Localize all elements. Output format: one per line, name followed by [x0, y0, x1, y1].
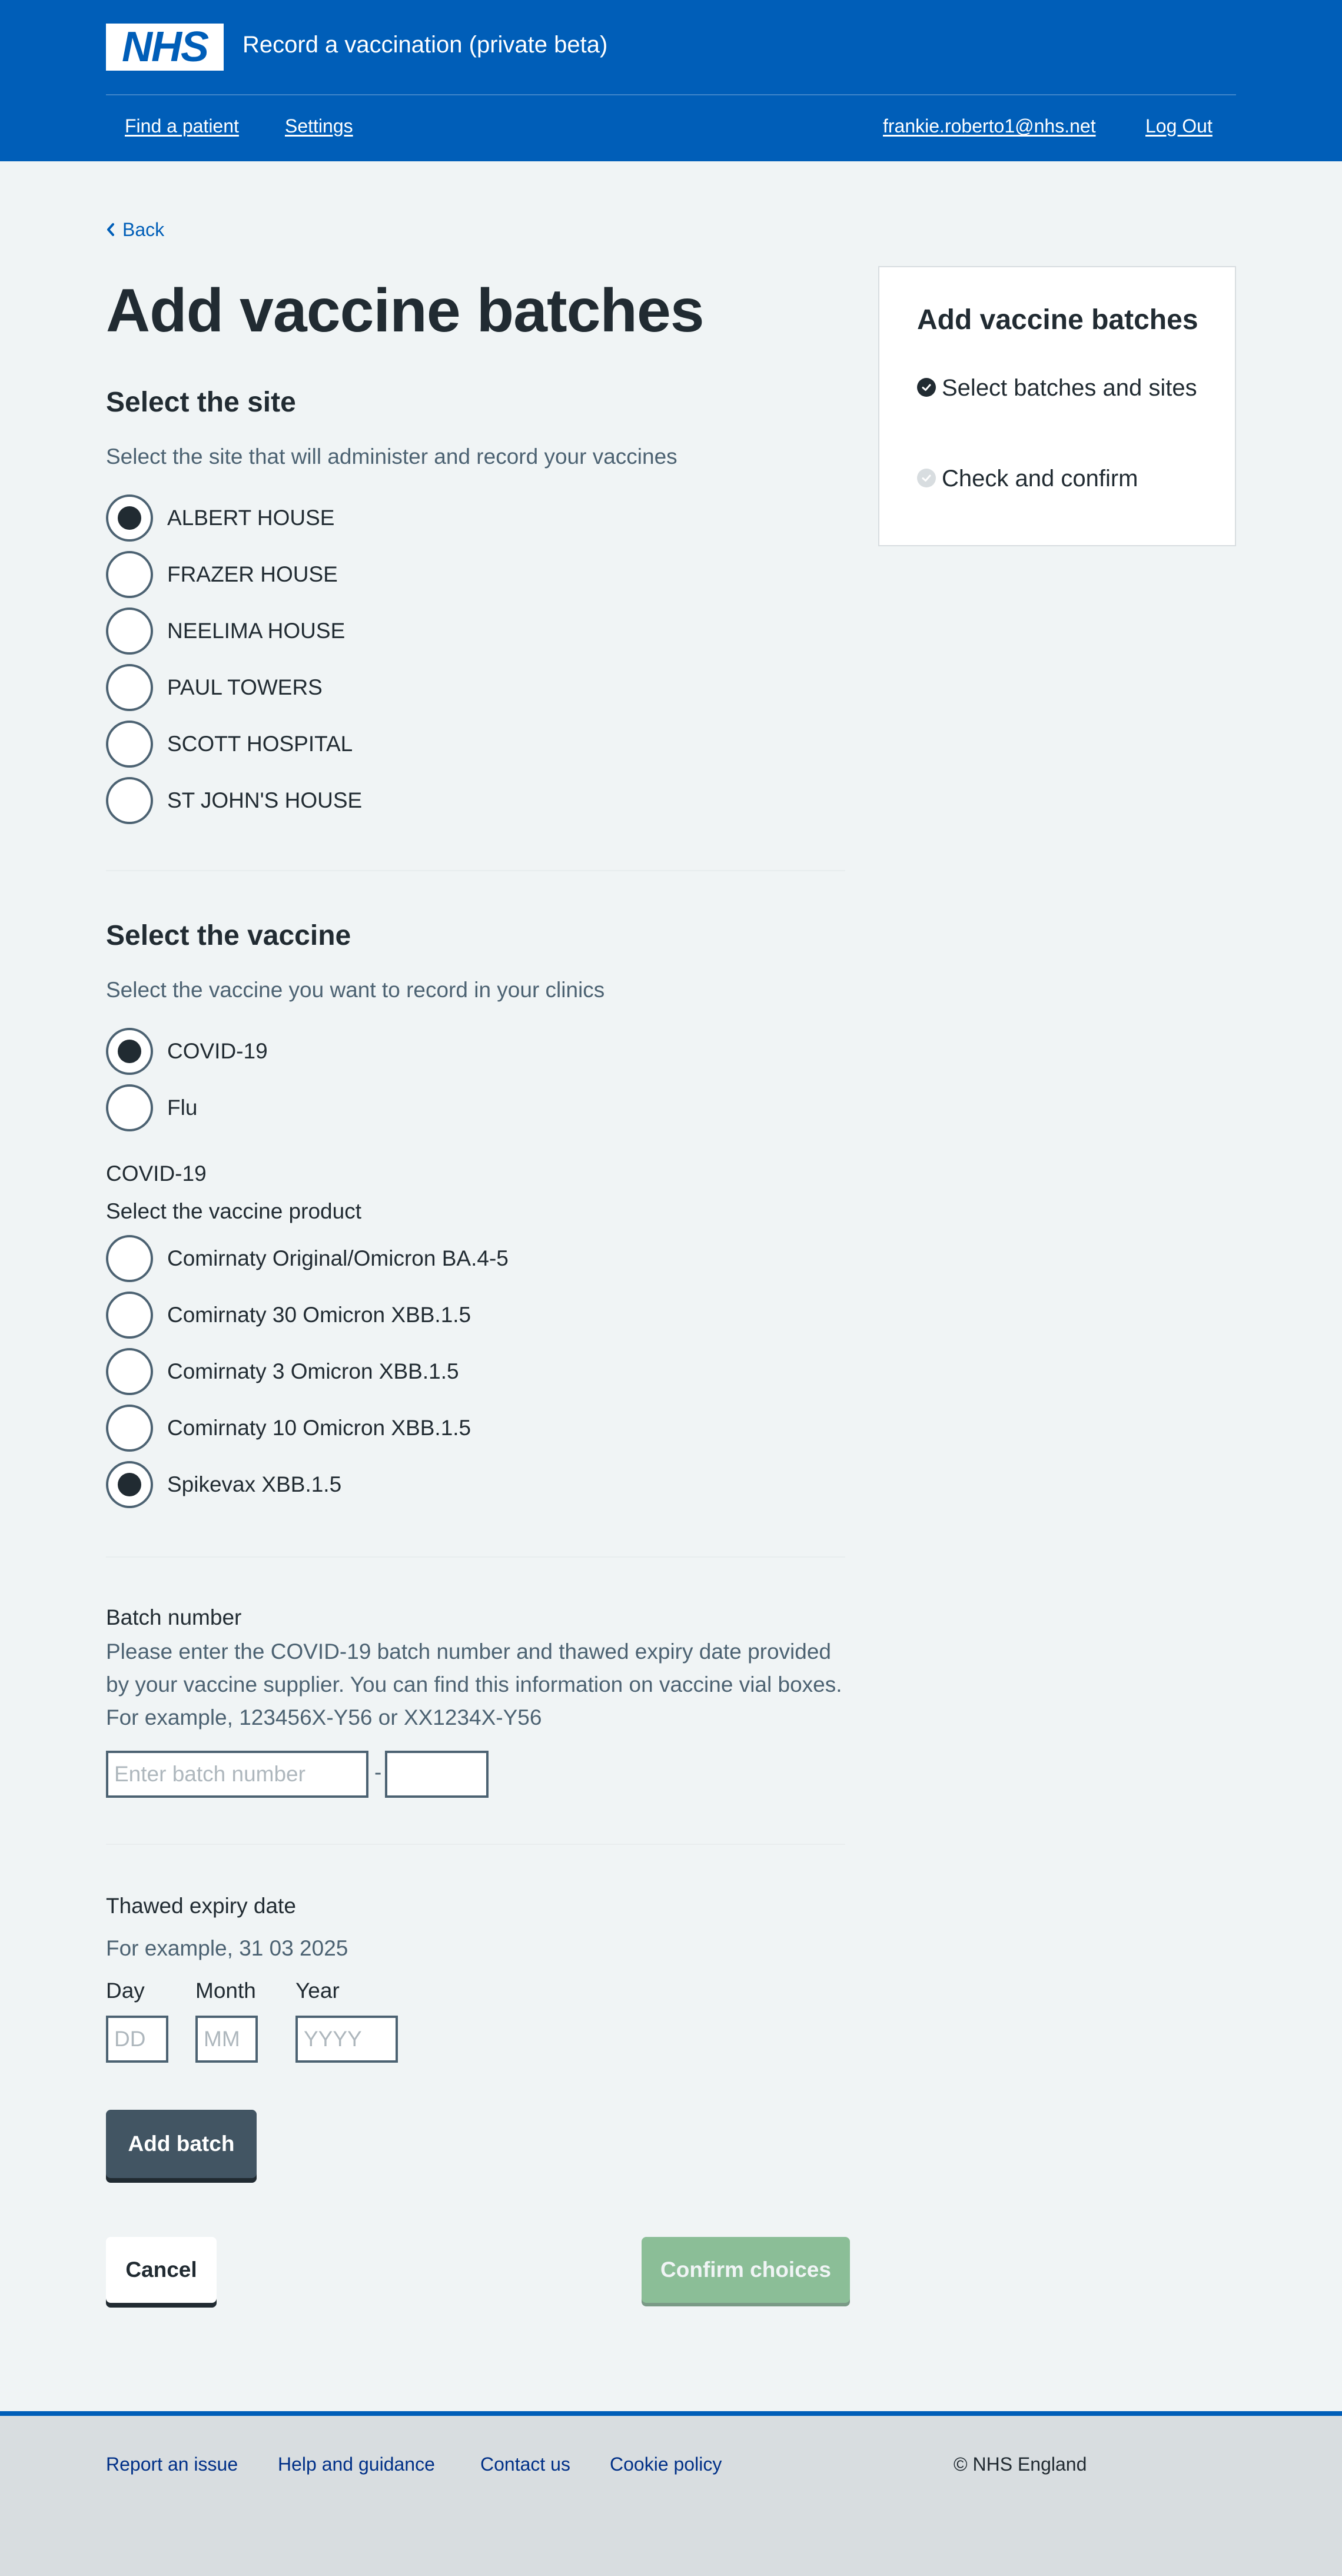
batch-suffix-input[interactable] — [385, 1751, 489, 1798]
vaccine-hint: Select the vaccine you want to record in… — [106, 978, 605, 1002]
radio-label: Comirnaty 30 Omicron XBB.1.5 — [167, 1303, 471, 1327]
service-name[interactable]: Record a vaccination (private beta) — [243, 31, 607, 59]
nav-find-patient[interactable]: Find a patient — [125, 114, 239, 138]
check-circle-icon — [917, 469, 936, 488]
product-label: Select the vaccine product — [106, 1199, 361, 1223]
radio-control[interactable] — [106, 721, 153, 768]
footer-link-contact[interactable]: Contact us — [480, 2452, 570, 2476]
site-radio-frazer-house[interactable]: FRAZER HOUSE — [106, 551, 338, 598]
progress-panel: Add vaccine batches Select batches and s… — [878, 266, 1236, 546]
page-title: Add vaccine batches — [106, 277, 705, 345]
batch-separator: - — [374, 1760, 382, 1784]
expiry-date-label: Thawed expiry date — [106, 1894, 296, 1918]
step-label: Check and confirm — [942, 466, 1138, 492]
product-radio-comirnaty-original-omicron[interactable]: Comirnaty Original/Omicron BA.4-5 — [106, 1235, 509, 1282]
footer-link-report-issue[interactable]: Report an issue — [106, 2452, 238, 2476]
nav-settings[interactable]: Settings — [285, 114, 353, 138]
month-label: Month — [195, 1979, 256, 2003]
radio-control[interactable] — [106, 777, 153, 824]
product-group-label: COVID-19 — [106, 1161, 207, 1186]
back-label: Back — [122, 219, 165, 240]
product-radio-comirnaty-10[interactable]: Comirnaty 10 Omicron XBB.1.5 — [106, 1405, 471, 1452]
step-label: Select batches and sites — [942, 375, 1197, 401]
day-label: Day — [106, 1979, 145, 2003]
radio-control[interactable] — [106, 551, 153, 598]
radio-label: FRAZER HOUSE — [167, 562, 338, 586]
site-radio-neelima-house[interactable]: NEELIMA HOUSE — [106, 608, 345, 655]
radio-selected-dot — [118, 1473, 141, 1496]
radio-label: Spikevax XBB.1.5 — [167, 1472, 342, 1496]
expiry-date-hint: For example, 31 03 2025 — [106, 1936, 348, 1960]
chevron-left-icon — [107, 223, 114, 236]
radio-label: Comirnaty 10 Omicron XBB.1.5 — [167, 1416, 471, 1440]
radio-selected-dot — [118, 506, 141, 530]
radio-control[interactable] — [106, 1235, 153, 1282]
batch-number-input[interactable]: Enter batch number — [106, 1751, 368, 1798]
product-radio-comirnaty-3[interactable]: Comirnaty 3 Omicron XBB.1.5 — [106, 1348, 459, 1395]
batch-number-label: Batch number — [106, 1605, 242, 1629]
radio-label: COVID-19 — [167, 1039, 268, 1063]
logo-text: NHS — [121, 24, 209, 71]
product-radio-comirnaty-30[interactable]: Comirnaty 30 Omicron XBB.1.5 — [106, 1292, 471, 1339]
section-divider — [106, 870, 845, 871]
radio-control[interactable] — [106, 664, 153, 711]
radio-control[interactable] — [106, 494, 153, 542]
radio-label: ST JOHN'S HOUSE — [167, 788, 363, 812]
site-heading: Select the site — [106, 387, 296, 418]
cancel-button[interactable]: Cancel — [106, 2237, 217, 2303]
year-input[interactable]: YYYY — [295, 2016, 398, 2063]
radio-label: Comirnaty Original/Omicron BA.4-5 — [167, 1246, 509, 1270]
radio-control[interactable] — [106, 1348, 153, 1395]
section-divider — [106, 1556, 845, 1558]
back-link[interactable]: Back — [106, 218, 164, 241]
radio-label: NEELIMA HOUSE — [167, 619, 346, 643]
step-select-batches: Select batches and sites — [917, 371, 1211, 405]
add-batch-button[interactable]: Add batch — [106, 2110, 257, 2178]
user-email-link[interactable]: frankie.roberto1@nhs.net — [883, 114, 1096, 138]
header-divider — [106, 94, 1236, 95]
vaccine-heading: Select the vaccine — [106, 920, 351, 951]
batch-number-hint: Please enter the COVID-19 batch number a… — [106, 1639, 842, 1729]
year-label: Year — [295, 1979, 340, 2003]
check-circle-icon — [917, 378, 936, 397]
radio-control[interactable] — [106, 1084, 153, 1131]
site-hint: Select the site that will administer and… — [106, 444, 677, 469]
vaccine-radio-flu[interactable]: Flu — [106, 1084, 197, 1131]
panel-title: Add vaccine batches — [917, 304, 1198, 336]
footer-link-help[interactable]: Help and guidance — [278, 2452, 435, 2476]
radio-selected-dot — [118, 1040, 141, 1063]
confirm-choices-button[interactable]: Confirm choices — [642, 2237, 850, 2303]
radio-control[interactable] — [106, 608, 153, 655]
radio-control[interactable] — [106, 1028, 153, 1075]
site-radio-st-johns-house[interactable]: ST JOHN'S HOUSE — [106, 777, 362, 824]
radio-label: SCOTT HOSPITAL — [167, 732, 353, 756]
radio-label: ALBERT HOUSE — [167, 506, 335, 530]
radio-label: Flu — [167, 1096, 198, 1120]
section-divider — [106, 1844, 845, 1845]
day-input[interactable]: DD — [106, 2016, 168, 2063]
radio-label: PAUL TOWERS — [167, 675, 323, 699]
site-radio-paul-towers[interactable]: PAUL TOWERS — [106, 664, 323, 711]
site-header: NHS Record a vaccination (private beta) … — [0, 0, 1342, 161]
vaccine-radio-covid-19[interactable]: COVID-19 — [106, 1028, 268, 1075]
nhs-logo[interactable]: NHS — [106, 24, 224, 71]
month-input[interactable]: MM — [195, 2016, 258, 2063]
site-radio-albert-house[interactable]: ALBERT HOUSE — [106, 494, 334, 542]
footer-link-cookie-policy[interactable]: Cookie policy — [610, 2452, 722, 2476]
radio-control[interactable] — [106, 1292, 153, 1339]
copyright-text: © NHS England — [954, 2454, 1087, 2475]
product-radio-spikevax[interactable]: Spikevax XBB.1.5 — [106, 1461, 341, 1508]
radio-label: Comirnaty 3 Omicron XBB.1.5 — [167, 1359, 459, 1383]
site-radio-scott-hospital[interactable]: SCOTT HOSPITAL — [106, 721, 353, 768]
site-footer — [0, 2411, 1342, 2576]
step-check-confirm: Check and confirm — [917, 462, 1211, 496]
logout-link[interactable]: Log Out — [1145, 114, 1213, 138]
radio-control[interactable] — [106, 1461, 153, 1508]
radio-control[interactable] — [106, 1405, 153, 1452]
